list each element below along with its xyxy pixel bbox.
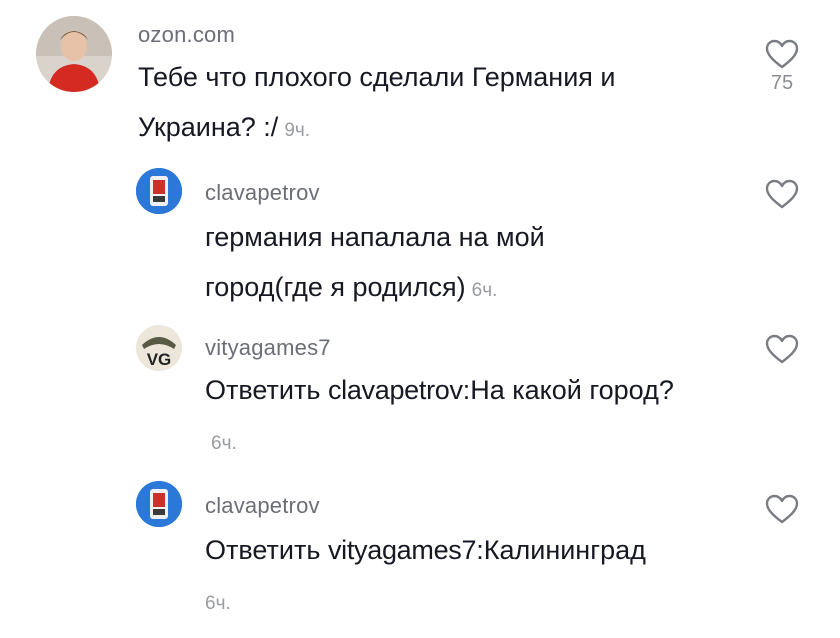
comment-time: 9ч. <box>284 120 311 141</box>
like-button[interactable]: 75 <box>760 38 804 95</box>
heart-outline-icon <box>765 179 799 209</box>
comment-item: ozon.com Тебе что плохого сделали Герман… <box>0 0 840 160</box>
like-count: 75 <box>770 72 794 94</box>
comment-username[interactable]: vityagames7 <box>205 335 331 361</box>
mention-link[interactable]: vityagames7 <box>328 535 477 565</box>
svg-text:VG: VG <box>147 350 172 369</box>
comment-username[interactable]: clavapetrov <box>205 493 320 519</box>
avatar[interactable] <box>136 168 182 214</box>
comment-text-block: Ответить vityagames7:Калининград 6ч. <box>205 535 646 614</box>
mention-link[interactable]: clavapetrov <box>328 375 463 405</box>
user-photo <box>136 481 182 527</box>
like-button[interactable] <box>760 178 804 210</box>
comment-username[interactable]: clavapetrov <box>205 180 320 206</box>
avatar[interactable] <box>36 16 112 92</box>
comment-text-block: германия напалала на мой город(где я род… <box>205 212 635 316</box>
comment-text: Тебе что плохого сделали Германия и Укра… <box>138 62 616 142</box>
reply-item: clavapetrov германия напалала на мой гор… <box>0 160 840 310</box>
user-photo <box>36 16 112 92</box>
reply-prefix: Ответить <box>205 375 321 405</box>
comment-time: 6ч. <box>471 280 498 301</box>
reply-item: VG vityagames7 Ответить clavapetrov:На к… <box>0 315 840 475</box>
comment-time: 6ч. <box>211 433 237 454</box>
reply-item: clavapetrov Ответить vityagames7:Калинин… <box>0 475 840 635</box>
heart-outline-icon <box>765 494 799 524</box>
comment-text-block: Тебе что плохого сделали Германия и Укра… <box>138 52 738 156</box>
avatar[interactable] <box>136 481 182 527</box>
heart-outline-icon <box>765 39 799 69</box>
like-button[interactable] <box>760 493 804 525</box>
heart-outline-icon <box>765 334 799 364</box>
comment-time: 6ч. <box>205 593 231 614</box>
comment-text: На какой город? <box>470 375 674 405</box>
user-photo <box>136 168 182 214</box>
comment-username[interactable]: ozon.com <box>138 22 235 48</box>
like-button[interactable] <box>760 333 804 365</box>
reply-prefix: Ответить <box>205 535 321 565</box>
comment-text: Калининград <box>483 535 646 565</box>
comment-text-block: Ответить clavapetrov:На какой город?6ч. <box>205 375 674 454</box>
avatar[interactable]: VG <box>136 325 182 371</box>
user-photo: VG <box>136 325 182 371</box>
